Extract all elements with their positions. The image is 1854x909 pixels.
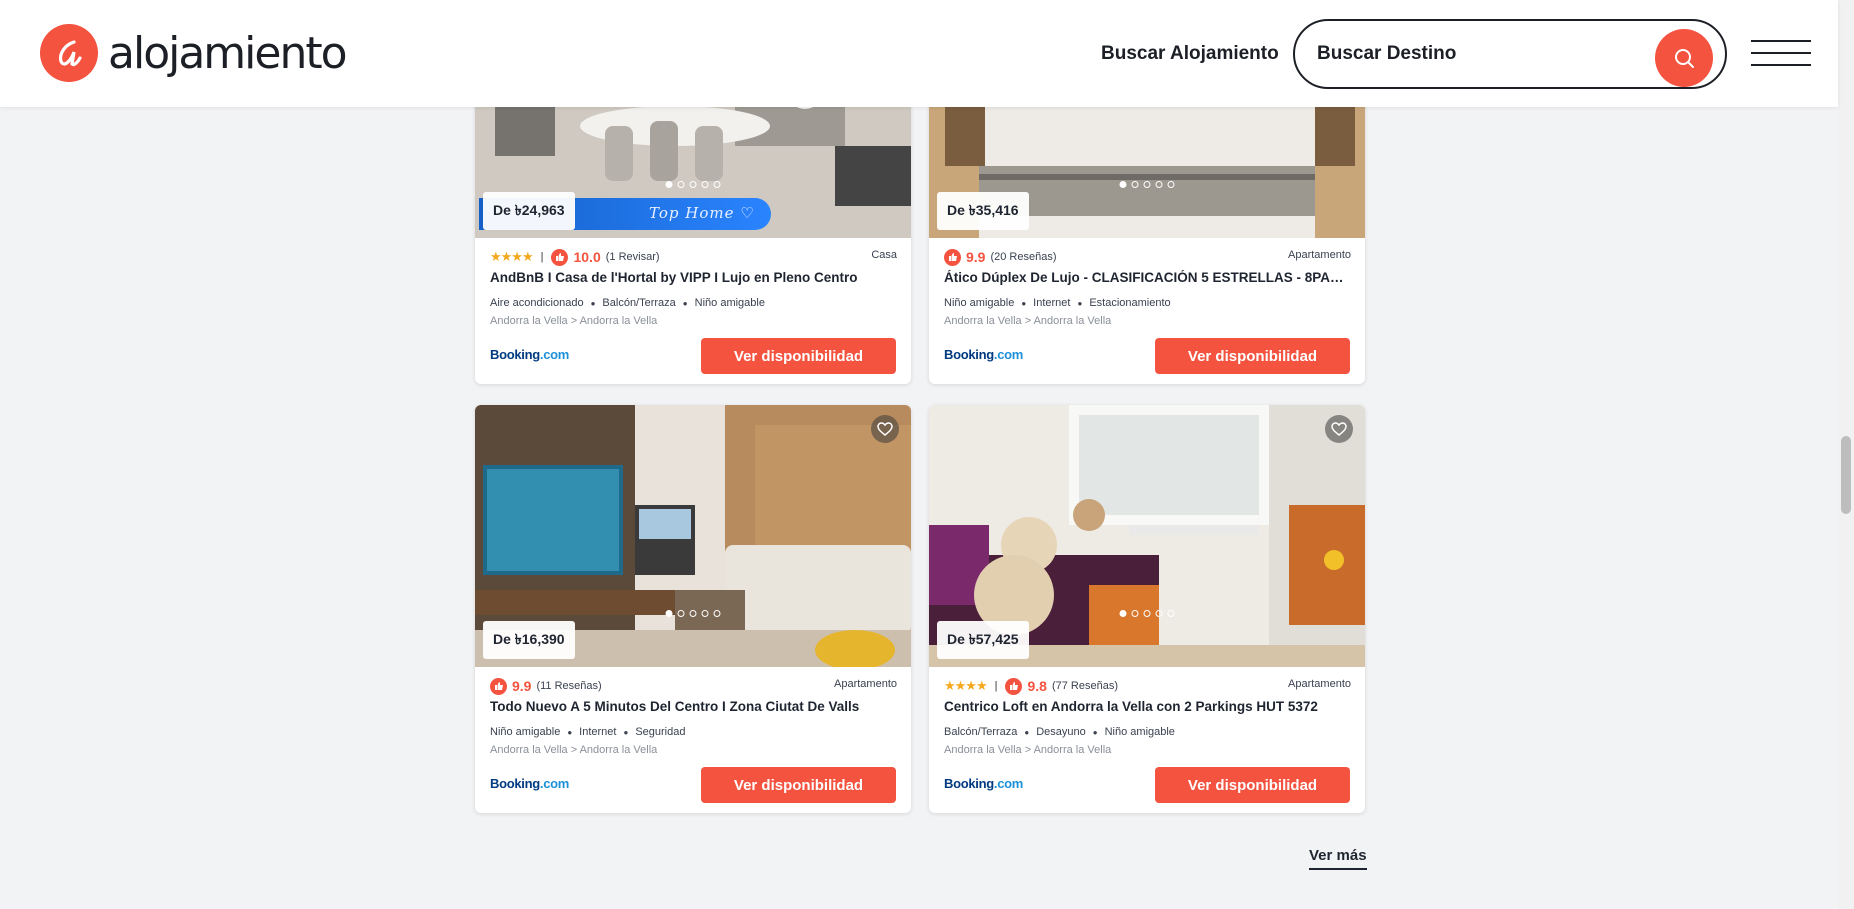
price-tag: De ৳24,963 <box>483 192 575 230</box>
property-type: Casa <box>871 249 897 261</box>
availability-button[interactable]: Ver disponibilidad <box>1155 767 1350 803</box>
property-type: Apartamento <box>1288 678 1351 690</box>
amenities: Niño amigable ● Internet ● Estacionamiento <box>944 297 1171 309</box>
search-button[interactable] <box>1655 29 1713 87</box>
favorite-heart-icon[interactable] <box>871 415 899 443</box>
price-tag: De ৳35,416 <box>937 192 1029 230</box>
listing-card[interactable]: De ৳57,425 ★★★★ | 9.8 (77 Reseñas) Apart… <box>929 405 1365 813</box>
listing-card[interactable]: De ৳16,390 9.9 (11 Reseñas) Apartamento … <box>475 405 911 813</box>
price-tag: De ৳16,390 <box>483 621 575 659</box>
carousel-dots[interactable] <box>1119 610 1175 617</box>
brand-logo[interactable]: alojamiento <box>40 24 348 82</box>
search-icon <box>1675 49 1694 68</box>
logo-mark-icon <box>40 24 98 82</box>
nav-buscar-alojamiento[interactable]: Buscar Alojamiento <box>1101 43 1279 65</box>
booking-logo: Booking.com <box>944 347 1024 362</box>
review-score: 9.8 <box>1027 678 1047 694</box>
listing-photo[interactable]: De ৳57,425 <box>929 405 1365 667</box>
listing-title[interactable]: Todo Nuevo A 5 Minutos Del Centro I Zona… <box>490 699 895 714</box>
thumbs-up-icon <box>944 248 961 266</box>
property-type: Apartamento <box>834 678 897 690</box>
search-input[interactable] <box>1317 38 1617 70</box>
listing-title[interactable]: Centrico Loft en Andorra la Vella con 2 … <box>944 699 1349 714</box>
carousel-dots[interactable] <box>665 610 721 617</box>
review-count: (20 Reseñas) <box>990 251 1057 263</box>
carousel-dots[interactable] <box>1119 181 1175 188</box>
page-scrollbar[interactable] <box>1838 0 1854 909</box>
thumbs-up-icon <box>551 248 569 266</box>
review-score: 9.9 <box>966 249 986 265</box>
brand-name: alojamiento <box>108 27 348 79</box>
site-header: alojamiento Buscar Alojamiento <box>0 0 1838 107</box>
thumbs-up-icon <box>1005 677 1023 695</box>
listing-location: Andorra la Vella > Andorra la Vella <box>490 315 658 327</box>
availability-button[interactable]: Ver disponibilidad <box>701 767 896 803</box>
booking-logo: Booking.com <box>944 776 1024 791</box>
availability-button[interactable]: Ver disponibilidad <box>701 338 896 374</box>
amenities: Aire acondicionado ● Balcón/Terraza ● Niño a… <box>490 297 765 309</box>
thumbs-up-icon <box>490 677 507 695</box>
search-box <box>1293 19 1727 89</box>
review-score: 10.0 <box>573 249 601 265</box>
listing-location: Andorra la Vella > Andorra la Vella <box>944 315 1112 327</box>
property-type: Apartamento <box>1288 249 1351 261</box>
amenities: Niño amigable ● Internet ● Seguridad <box>490 726 686 738</box>
star-rating: ★★★★ <box>490 249 534 264</box>
review-count: (77 Reseñas) <box>1051 680 1118 692</box>
favorite-heart-icon[interactable] <box>1325 415 1353 443</box>
review-count: (1 Revisar) <box>605 251 660 263</box>
booking-logo: Booking.com <box>490 776 570 791</box>
review-count: (11 Reseñas) <box>536 680 602 692</box>
booking-logo: Booking.com <box>490 347 570 362</box>
menu-hamburger-icon[interactable] <box>1751 40 1811 66</box>
listing-title[interactable]: Ático Dúplex De Lujo - CLASIFICACIÓN 5 E… <box>944 270 1349 285</box>
review-score: 9.9 <box>512 678 532 694</box>
carousel-dots[interactable] <box>665 181 721 188</box>
availability-button[interactable]: Ver disponibilidad <box>1155 338 1350 374</box>
ver-mas-link[interactable]: Ver más <box>1309 847 1367 870</box>
amenities: Balcón/Terraza ● Desayuno ● Niño amigable <box>944 726 1175 738</box>
listing-location: Andorra la Vella > Andorra la Vella <box>490 744 658 756</box>
listing-title[interactable]: AndBnB I Casa de l'Hortal by VIPP I Lujo… <box>490 270 895 285</box>
star-rating: ★★★★ <box>944 678 988 693</box>
price-tag: De ৳57,425 <box>937 621 1029 659</box>
scrollbar-thumb[interactable] <box>1841 436 1851 514</box>
listing-location: Andorra la Vella > Andorra la Vella <box>944 744 1112 756</box>
listing-photo[interactable]: De ৳16,390 <box>475 405 911 667</box>
